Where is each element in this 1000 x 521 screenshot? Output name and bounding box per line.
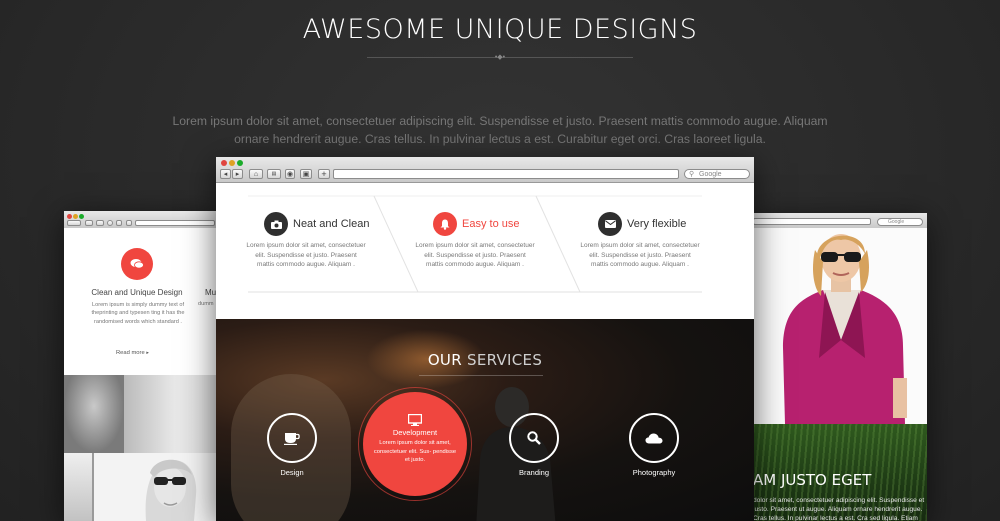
minimize-dot-icon[interactable] — [229, 160, 235, 166]
bell-icon — [433, 212, 457, 236]
tabs-button[interactable]: ▣ — [300, 169, 312, 179]
service-label-development: Development — [392, 428, 438, 437]
feature-text: Lorem ipsum is simply dummy text of thep… — [91, 302, 185, 325]
feature-title-cut: Mu — [205, 288, 217, 297]
search-placeholder: Google — [699, 171, 722, 178]
coffee-cup-icon[interactable] — [267, 413, 317, 463]
services-heading: OUR SERVICES — [216, 351, 754, 369]
feature-title-easy: Easy to use — [462, 218, 520, 230]
features-section: Neat and Clean Lorem ipsum dolor sit ame… — [216, 183, 754, 319]
add-tab-button[interactable] — [126, 220, 132, 226]
address-bar[interactable] — [135, 220, 215, 226]
magnifier-small-icon: ⚲ — [689, 171, 695, 178]
development-service-card[interactable]: Development Lorem ipsum dolor sit amet, … — [363, 392, 467, 496]
zoom-dot-icon[interactable] — [79, 214, 84, 219]
bookmarks-button[interactable]: ▤ — [267, 169, 281, 179]
safari-icon[interactable] — [107, 220, 113, 226]
services-heading-light: SERVICES — [467, 351, 543, 369]
feature-text-easy: Lorem ipsum dolor sit amet, consectetuer… — [415, 242, 535, 268]
service-label-photography: Photography — [632, 468, 676, 477]
compass-icon[interactable]: ◉ — [285, 169, 295, 179]
search-field[interactable]: Google — [877, 218, 923, 226]
back-button[interactable]: ◂ — [220, 169, 231, 179]
speech-bubbles-icon — [121, 248, 153, 280]
grass-banner: AM JUSTO EGET dolor sit amet, consectetu… — [753, 424, 927, 521]
minimize-dot-icon[interactable] — [73, 214, 78, 219]
read-more-label: Read more — [116, 350, 145, 356]
tabs-button[interactable] — [116, 220, 122, 226]
sunglasses-portrait — [94, 453, 222, 521]
monitor-icon — [408, 414, 422, 426]
home-button[interactable] — [85, 220, 93, 226]
intro-text: Lorem ipsum dolor sit amet, consectetuer… — [172, 114, 828, 146]
feature-title-flexible: Very flexible — [627, 218, 687, 230]
services-heading-strong: OUR — [427, 351, 462, 369]
zoom-dot-icon[interactable] — [237, 160, 243, 166]
feature-text-neat: Lorem ipsum dolor sit amet, consectetuer… — [246, 242, 366, 268]
services-section: OUR SERVICES Design Development Lorem ip… — [216, 319, 754, 521]
forward-button[interactable]: ▸ — [232, 169, 243, 179]
left-browser-window: Clean and Unique Design Mu Lorem ipsum i… — [64, 211, 222, 521]
close-dot-icon[interactable] — [67, 214, 72, 219]
search-field[interactable]: ⚲ Google — [684, 169, 750, 179]
cloud-icon[interactable] — [629, 413, 679, 463]
service-label-branding: Branding — [518, 468, 550, 477]
model-photo — [753, 228, 927, 424]
page-title: AWESOME UNIQUE DESIGNS — [302, 14, 698, 45]
search-placeholder: Google — [888, 219, 905, 225]
feature-title-neat: Neat and Clean — [293, 218, 370, 230]
magnifier-icon[interactable] — [509, 413, 559, 463]
address-bar[interactable] — [333, 169, 679, 179]
main-browser-toolbar: ◂ ▸ ⌂ ▤ ◉ ▣ + ⚲ Google — [216, 157, 754, 183]
service-text-development: Lorem ipsum dolor sit amet, consectetuer… — [373, 440, 457, 463]
portrait-thumb — [64, 453, 92, 521]
arrow-right-icon: ▸ — [146, 350, 149, 356]
banner-text: dolor sit amet, consectetuer adipiscing … — [753, 497, 925, 521]
left-browser-toolbar — [64, 211, 222, 229]
blurred-portrait — [64, 375, 124, 453]
service-label-design: Design — [280, 468, 304, 477]
divider-ornament: •◆• — [494, 54, 506, 61]
camera-icon — [264, 212, 288, 236]
feature-text-cut: dumm — [198, 301, 214, 307]
services-divider — [419, 375, 543, 376]
right-browser-window: Google AM JUSTO EGET dolor sit amet, con… — [753, 213, 927, 521]
address-bar[interactable] — [753, 218, 871, 225]
right-browser-toolbar: Google — [753, 213, 927, 229]
main-browser-window: ◂ ▸ ⌂ ▤ ◉ ▣ + ⚲ Google Neat and Clean Lo… — [216, 157, 754, 521]
home-button[interactable]: ⌂ — [249, 169, 263, 179]
banner-title: AM JUSTO EGET — [753, 471, 872, 489]
feature-title: Clean and Unique Design — [91, 288, 183, 297]
envelope-icon — [598, 212, 622, 236]
left-features-section: Clean and Unique Design Mu Lorem ipsum i… — [64, 228, 222, 386]
close-dot-icon[interactable] — [221, 160, 227, 166]
bookmark-button[interactable] — [96, 220, 104, 226]
feature-text-flexible: Lorem ipsum dolor sit amet, consectetuer… — [580, 242, 700, 268]
back-forward-button[interactable] — [67, 220, 81, 226]
add-tab-button[interactable]: + — [318, 169, 330, 179]
read-more-link[interactable]: Read more ▸ — [116, 350, 149, 356]
